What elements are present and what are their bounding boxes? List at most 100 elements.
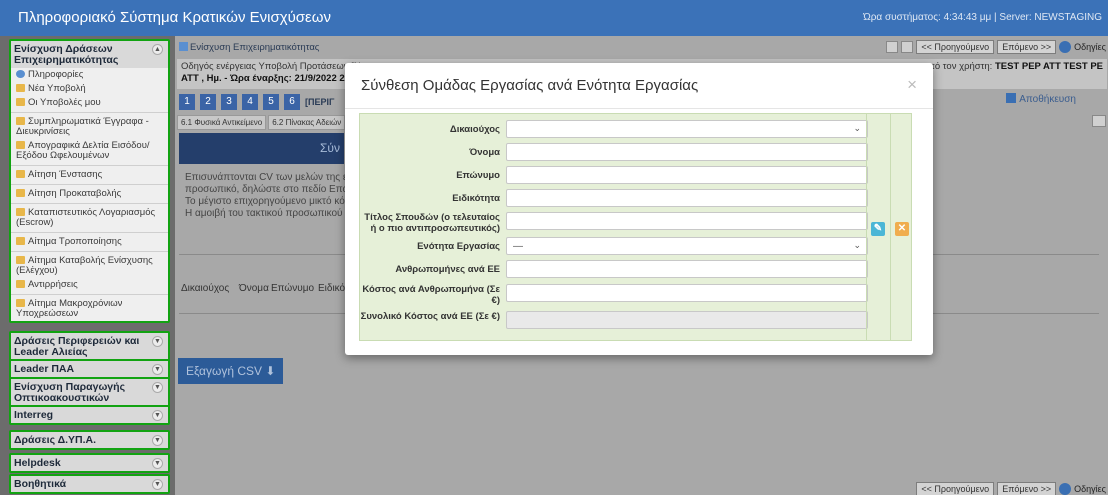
tab-physical-object[interactable]: 6.1 Φυσικά Αντικείμενο — [177, 115, 267, 130]
sidebar-section-dypa[interactable]: Δράσεις Δ.ΥΠ.Α. ▼ — [9, 430, 170, 450]
home-icon — [179, 42, 188, 51]
expand-icon[interactable]: ▼ — [152, 410, 163, 421]
breadcrumb[interactable]: Ενίσχυση Επιχειρηματικότητας — [179, 42, 319, 53]
cost-per-month-input[interactable] — [506, 284, 868, 302]
sidebar-section-title[interactable]: Ενίσχυση Δράσεων Επιχειρηματικότητας — [11, 41, 168, 68]
chevron-down-icon: ⌄ — [853, 240, 861, 250]
folder-icon — [16, 237, 25, 245]
chevron-down-icon: ⌄ — [853, 123, 861, 133]
expand-icon[interactable]: ▼ — [152, 479, 163, 490]
prev-button[interactable]: << Προηγούμενο — [916, 482, 995, 495]
step-6[interactable]: 6 — [284, 94, 300, 110]
field-label: Δικαιούχος — [449, 124, 500, 135]
folder-icon — [16, 141, 25, 149]
sidebar-item-long-term[interactable]: Αίτημα Μακροχρόνιων Υποχρεώσεων — [11, 294, 168, 321]
top-nav: << Προηγούμενο Επόμενο >> Οδηγίες — [886, 40, 1106, 54]
app-title: Πληροφοριακό Σύστημα Κρατικών Ενισχύσεων — [18, 9, 331, 26]
sidebar-item-new-submission[interactable]: Νέα Υποβολή — [11, 82, 168, 96]
sidebar-section-helpdesk[interactable]: Helpdesk ▼ — [9, 453, 170, 473]
sidebar-section-auxiliary[interactable]: Βοηθητικά ▼ — [9, 474, 170, 494]
first-name-input[interactable] — [506, 143, 868, 161]
prev-button[interactable]: << Προηγούμενο — [916, 40, 995, 54]
beneficiary-select[interactable]: ⌄ — [506, 120, 868, 138]
close-icon[interactable]: × — [907, 75, 917, 95]
step-3[interactable]: 3 — [221, 94, 237, 110]
sidebar-item-objections[interactable]: Αντιρρήσεις — [11, 278, 168, 292]
help-icon[interactable] — [1059, 41, 1072, 53]
help-link[interactable]: Οδηγίες — [1074, 484, 1106, 494]
sidebar-item-payment-request[interactable]: Αίτημα Καταβολής Ενίσχυσης (Ελέγχου) — [11, 251, 168, 278]
edit-icon[interactable]: ✎ — [871, 222, 885, 236]
subtabs: 6.1 Φυσικά Αντικείμενο 6.2 Πίνακας Αδειώ… — [177, 115, 346, 130]
sidebar-section-regions[interactable]: Δράσεις Περιφερειών και Leader Αλιείας ▼ — [9, 331, 170, 362]
column-header[interactable]: Όνομα — [239, 283, 269, 294]
print-icon[interactable] — [901, 41, 914, 53]
folder-icon — [16, 170, 25, 178]
collapse-icon[interactable]: ▲ — [152, 44, 163, 55]
divider — [345, 108, 933, 109]
step-5[interactable]: 5 — [263, 94, 279, 110]
field-label: Κόστος ανά Ανθρωπομήνα (Σε €) — [362, 284, 500, 306]
system-status: Ώρα συστήματος: 4:34:43 μμ | Server: NEW… — [863, 12, 1102, 23]
specialty-input[interactable] — [506, 189, 868, 207]
save-button[interactable]: Αποθήκευση — [1006, 93, 1076, 105]
folder-icon — [16, 299, 25, 307]
total-cost-field — [506, 311, 868, 329]
save-icon — [1006, 93, 1017, 103]
sidebar-item-my-submissions[interactable]: Οι Υποβολές μου — [11, 96, 168, 110]
folder-icon — [16, 98, 25, 106]
sidebar-item-escrow[interactable]: Καταπιστευτικός Λογαριασμός (Escrow) — [11, 203, 168, 230]
next-button[interactable]: Επόμενο >> — [997, 40, 1057, 54]
expand-icon[interactable]: ▼ — [152, 382, 163, 393]
expand-icon[interactable]: ▼ — [152, 364, 163, 375]
expand-icon[interactable]: ▼ — [152, 336, 163, 347]
sidebar-submenu: Πληροφορίες Νέα Υποβολή Οι Υποβολές μου … — [11, 68, 168, 321]
scroll-right-icon[interactable] — [1092, 115, 1106, 127]
wizard-steps: 1 2 3 4 5 6 [ΠΕΡΙΓ — [179, 94, 334, 110]
modal-title: Σύνθεση Ομάδας Εργασίας ανά Ενότητα Εργα… — [361, 77, 699, 94]
work-package-select[interactable]: — ⌄ — [506, 237, 868, 255]
sidebar-item-info[interactable]: Πληροφορίες — [11, 68, 168, 82]
sidebar-item-beneficiary-sheets[interactable]: Απογραφικά Δελτία Εισόδου/Εξόδου Ωφελουμ… — [11, 139, 168, 163]
column-header[interactable]: Δικαιούχος — [181, 283, 229, 294]
degree-input[interactable] — [506, 212, 868, 230]
expand-icon[interactable]: ▼ — [152, 435, 163, 446]
workgroup-form: Δικαιούχος ⌄ Όνομα Επώνυμο Ειδικότητα Τί… — [359, 113, 912, 341]
help-link[interactable]: Οδηγίες — [1074, 42, 1106, 52]
sidebar-section-entrepreneurship[interactable]: Ενίσχυση Δράσεων Επιχειρηματικότητας ▲ Π… — [9, 39, 170, 323]
export-csv-button[interactable]: Εξαγωγή CSV ⬇ — [178, 358, 284, 384]
folder-icon — [16, 280, 25, 288]
cancel-icon[interactable]: ✕ — [895, 222, 909, 236]
sidebar-item-advance[interactable]: Αίτηση Προκαταβολής — [11, 184, 168, 201]
step-4[interactable]: 4 — [242, 94, 258, 110]
edit-icon[interactable] — [886, 41, 899, 53]
sidebar-item-supplementary-docs[interactable]: Συμπληρωματικά Έγγραφα - Διευκρινίσεις — [11, 112, 168, 139]
field-label: Ειδικότητα — [452, 193, 500, 204]
section-header: Σύν — [179, 133, 344, 164]
field-label: Όνομα — [469, 147, 500, 158]
step-1[interactable]: 1 — [179, 94, 195, 110]
next-button[interactable]: Επόμενο >> — [997, 482, 1057, 495]
divider — [866, 114, 867, 340]
person-months-input[interactable] — [506, 260, 868, 278]
sidebar-section-leader[interactable]: Leader ΠΑΑ ▼ — [9, 359, 170, 379]
sidebar-item-objection[interactable]: Αίτηση Ένστασης — [11, 165, 168, 182]
folder-icon — [16, 117, 25, 125]
field-label: Ανθρωπομήνες ανά ΕΕ — [395, 264, 500, 275]
last-name-input[interactable] — [506, 166, 868, 184]
bottom-nav: << Προηγούμενο Επόμενο >> Οδηγίες — [916, 482, 1106, 495]
instructions-text: Επισυνάπτονται CV των μελών της ερευνη π… — [185, 172, 345, 219]
sidebar-item-amendment[interactable]: Αίτημα Τροποποίησης — [11, 232, 168, 249]
help-icon[interactable] — [1059, 483, 1072, 495]
sidebar-section-interreg[interactable]: Interreg ▼ — [9, 405, 170, 425]
folder-icon — [16, 189, 25, 197]
divider — [890, 114, 891, 340]
workgroup-modal: Σύνθεση Ομάδας Εργασίας ανά Ενότητα Εργα… — [345, 63, 933, 355]
expand-icon[interactable]: ▼ — [152, 458, 163, 469]
field-label: Ενότητα Εργασίας — [417, 241, 500, 252]
step-2[interactable]: 2 — [200, 94, 216, 110]
tab-permits[interactable]: 6.2 Πίνακας Αδειών — [268, 115, 346, 130]
info-icon — [16, 70, 25, 78]
field-label: Συνολικό Κόστος ανά ΕΕ (Σε €) — [360, 311, 500, 322]
column-header[interactable]: Επώνυμο — [271, 283, 314, 294]
